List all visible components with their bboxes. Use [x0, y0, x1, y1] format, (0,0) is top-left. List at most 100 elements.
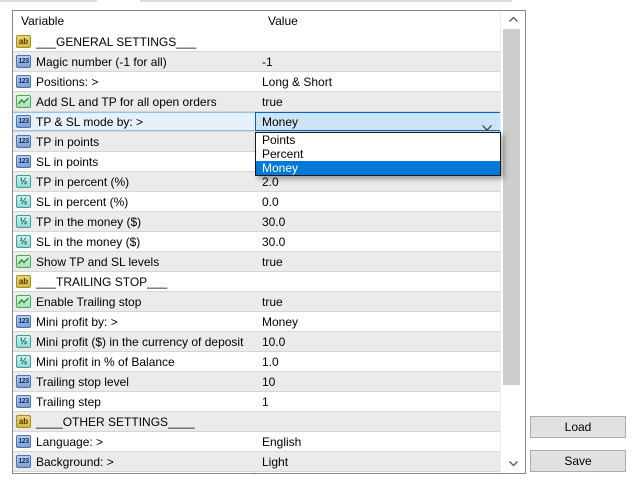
number-icon: 123 [16, 375, 31, 388]
variable-label: SL in points [36, 154, 99, 169]
dropdown-item-points[interactable]: Points [256, 133, 500, 147]
decimal-icon: ½ [16, 355, 31, 368]
number-icon: 123 [16, 75, 31, 88]
value-cell[interactable] [255, 412, 501, 431]
variable-label: ___TRAILING STOP___ [36, 274, 168, 289]
inputs-table: Variable Value ab ___GENERAL SETTINGS___… [12, 10, 526, 474]
scroll-down-button[interactable] [501, 455, 525, 472]
value-cell[interactable]: -1 [255, 52, 501, 71]
decimal-icon: ½ [16, 195, 31, 208]
variable-label: Add SL and TP for all open orders [36, 94, 217, 109]
dropdown-item-percent[interactable]: Percent [256, 147, 500, 161]
chart-icon [16, 95, 31, 108]
value-cell[interactable]: 10.0 [255, 332, 501, 351]
variable-label: Mini profit by: > [36, 314, 118, 329]
load-button[interactable]: Load [530, 416, 626, 438]
value-cell[interactable]: Long & Short [255, 72, 501, 91]
number-icon: 123 [16, 135, 31, 148]
variable-label: TP in percent (%) [36, 174, 130, 189]
value-cell[interactable]: 0.0 [255, 192, 501, 211]
table-row-sl-in-money[interactable]: ½ SL in the money ($) 30.0 [13, 232, 501, 252]
table-row-trailing-stop-section[interactable]: ab ___TRAILING STOP___ [13, 272, 501, 292]
table-row-magic-number[interactable]: 123 Magic number (-1 for all) -1 [13, 52, 501, 72]
save-button-label: Save [564, 454, 592, 468]
chart-icon [16, 295, 31, 308]
decimal-icon: ½ [16, 175, 31, 188]
table-row-trailing-step[interactable]: 123 Trailing step 1 [13, 392, 501, 412]
load-button-label: Load [564, 420, 592, 434]
text-icon: ab [16, 35, 31, 48]
combobox-value: Money [262, 114, 299, 129]
value-cell[interactable]: 1 [255, 392, 501, 411]
number-icon: 123 [16, 115, 31, 128]
table-row-trailing-stop-level[interactable]: 123 Trailing stop level 10 [13, 372, 501, 392]
value-cell[interactable]: English [255, 432, 501, 451]
variable-label: SL in percent (%) [36, 194, 129, 209]
variable-label: Trailing stop level [36, 374, 129, 389]
number-icon: 123 [16, 55, 31, 68]
variable-label: ____OTHER SETTINGS____ [36, 414, 195, 429]
table-row-language[interactable]: 123 Language: > English [13, 432, 501, 452]
value-cell[interactable]: true [255, 92, 501, 111]
table-header: Variable Value [13, 11, 501, 33]
variable-label: Trailing step [36, 394, 101, 409]
value-cell[interactable]: true [255, 252, 501, 271]
table-row-mini-profit-currency[interactable]: ½ Mini profit ($) in the currency of dep… [13, 332, 501, 352]
value-cell[interactable]: Light [255, 452, 501, 471]
variable-column-header: Variable [21, 14, 65, 28]
table-row-background[interactable]: 123 Background: > Light [13, 452, 501, 472]
number-icon: 123 [16, 435, 31, 448]
tp-sl-mode-combobox[interactable]: Money [255, 112, 501, 131]
table-row-sl-in-percent[interactable]: ½ SL in percent (%) 0.0 [13, 192, 501, 212]
tab-bar-edge-left [0, 0, 97, 2]
value-cell[interactable]: 10 [255, 372, 501, 391]
table-rows: ab ___GENERAL SETTINGS___ 123 Magic numb… [13, 32, 501, 473]
tp-sl-mode-dropdown-list: Points Percent Money [255, 132, 501, 176]
table-row-other-settings-section[interactable]: ab ____OTHER SETTINGS____ [13, 412, 501, 432]
value-cell[interactable]: 30.0 [255, 212, 501, 231]
variable-label: Language: > [36, 434, 104, 449]
expert-properties-inputs-panel: Variable Value ab ___GENERAL SETTINGS___… [0, 0, 640, 480]
scrollbar-thumb[interactable] [503, 29, 520, 385]
variable-label: SL in the money ($) [36, 234, 141, 249]
number-icon: 123 [16, 155, 31, 168]
value-cell[interactable]: Money [255, 312, 501, 331]
scroll-up-button[interactable] [501, 11, 525, 28]
variable-label: Positions: > [36, 74, 99, 89]
table-row-tp-in-money[interactable]: ½ TP in the money ($) 30.0 [13, 212, 501, 232]
table-row-positions[interactable]: 123 Positions: > Long & Short [13, 72, 501, 92]
table-row-show-tp-sl[interactable]: Show TP and SL levels true [13, 252, 501, 272]
save-button[interactable]: Save [530, 450, 626, 472]
value-cell[interactable] [255, 272, 501, 291]
variable-label: Mini profit ($) in the currency of depos… [36, 334, 244, 349]
variable-label: Show TP and SL levels [36, 254, 160, 269]
variable-label: Mini profit in % of Balance [36, 354, 175, 369]
variable-label: Background: > [36, 454, 114, 469]
vertical-scrollbar[interactable] [500, 11, 525, 473]
text-icon: ab [16, 415, 31, 428]
table-row-general-settings[interactable]: ab ___GENERAL SETTINGS___ [13, 32, 501, 52]
variable-label: TP in the money ($) [36, 214, 142, 229]
value-cell[interactable] [255, 32, 501, 51]
dropdown-item-money[interactable]: Money [256, 161, 500, 175]
variable-label: ___GENERAL SETTINGS___ [36, 34, 197, 49]
tab-bar-edge-right [140, 0, 512, 2]
value-cell[interactable]: 30.0 [255, 232, 501, 251]
decimal-icon: ½ [16, 235, 31, 248]
text-icon: ab [16, 275, 31, 288]
number-icon: 123 [16, 455, 31, 468]
value-cell[interactable]: true [255, 292, 501, 311]
decimal-icon: ½ [16, 215, 31, 228]
chart-icon [16, 255, 31, 268]
table-row-add-sl-tp[interactable]: Add SL and TP for all open orders true [13, 92, 501, 112]
value-column-header: Value [268, 14, 298, 28]
variable-label: TP in points [36, 134, 100, 149]
table-row-mini-profit-by[interactable]: 123 Mini profit by: > Money [13, 312, 501, 332]
table-row-tp-sl-mode[interactable]: 123 TP & SL mode by: > Money [13, 112, 501, 132]
value-cell[interactable]: 1.0 [255, 352, 501, 371]
variable-label: Enable Trailing stop [36, 294, 142, 309]
number-icon: 123 [16, 315, 31, 328]
variable-label: TP & SL mode by: > [36, 114, 144, 129]
table-row-enable-trailing[interactable]: Enable Trailing stop true [13, 292, 501, 312]
table-row-mini-profit-percent[interactable]: ½ Mini profit in % of Balance 1.0 [13, 352, 501, 372]
